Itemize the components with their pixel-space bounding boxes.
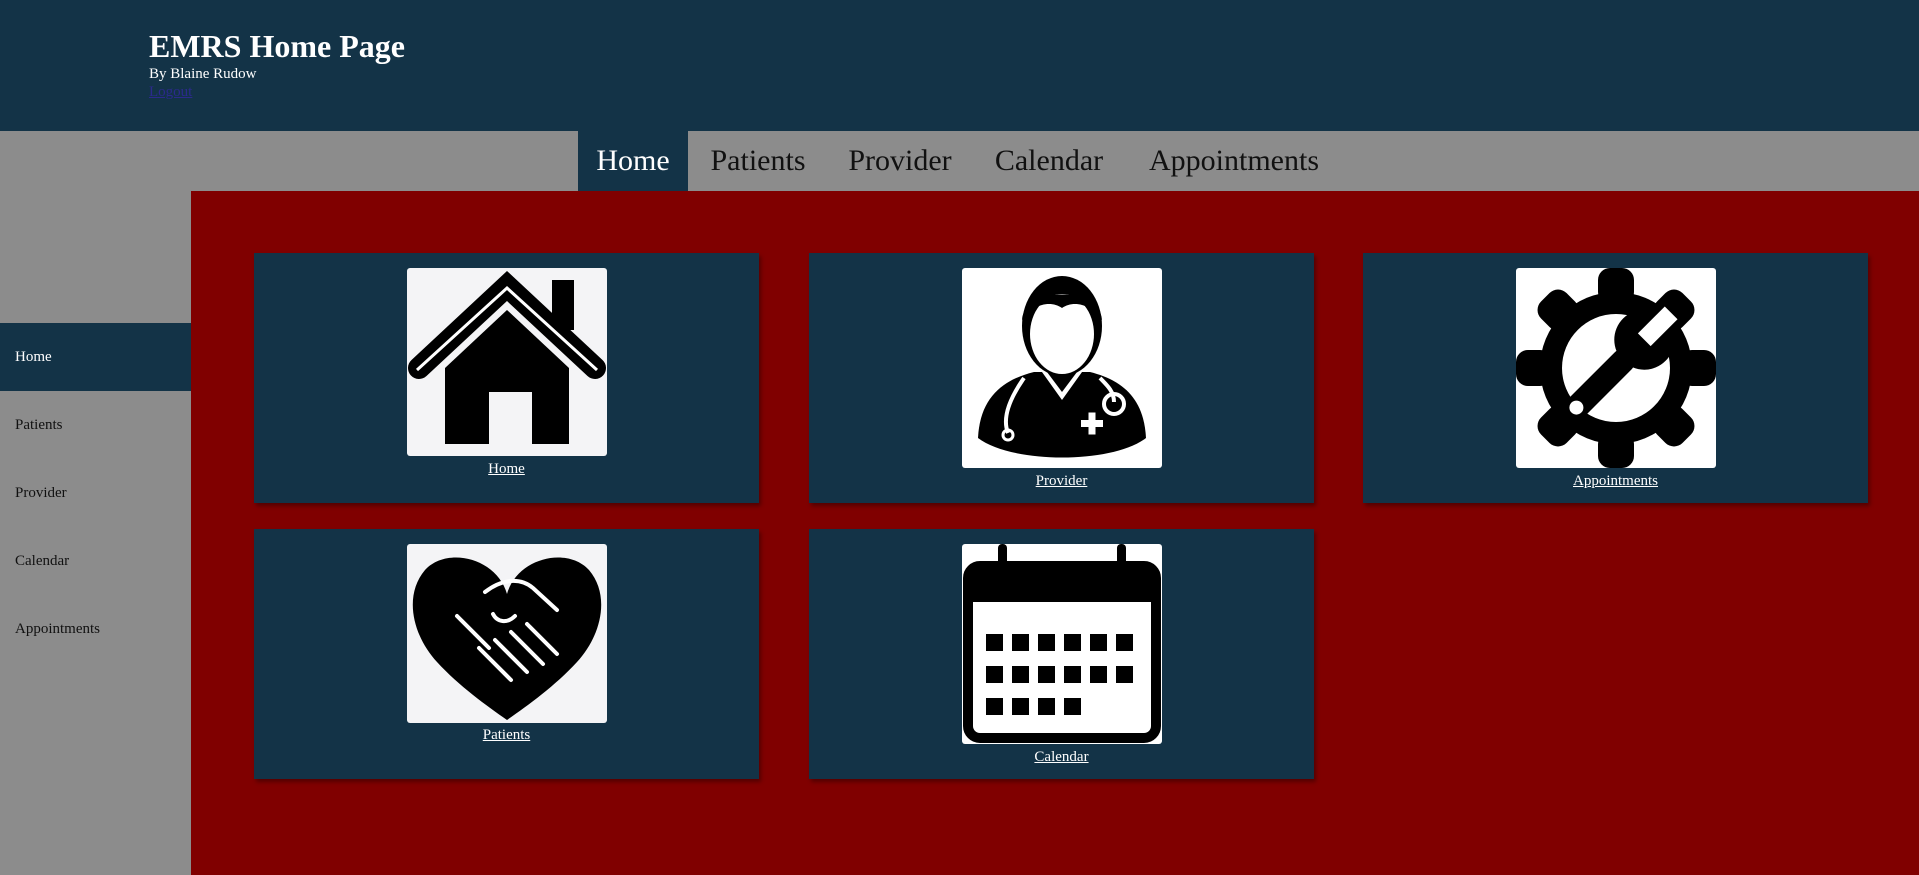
author-byline: By Blaine Rudow xyxy=(149,66,257,82)
card-link-home[interactable]: Home xyxy=(254,461,759,478)
page-header: EMRS Home Page By Blaine Rudow Logout xyxy=(0,0,1919,131)
card-link-appointments[interactable]: Appointments xyxy=(1363,473,1868,490)
topnav-item-appointments[interactable]: Appointments xyxy=(1134,131,1334,191)
topnav-item-calendar[interactable]: Calendar xyxy=(984,131,1114,191)
sidebar-item-appointments[interactable]: Appointments xyxy=(0,595,191,663)
house-icon[interactable] xyxy=(407,268,607,456)
card-link-provider[interactable]: Provider xyxy=(809,473,1314,490)
heart-handshake-icon[interactable] xyxy=(407,544,607,723)
doctor-icon[interactable] xyxy=(962,268,1162,468)
sidebar-item-patients[interactable]: Patients xyxy=(0,391,191,459)
main-content: Home Provider Appointments Patients Cale… xyxy=(191,191,1919,875)
top-navigation: Home Patients Provider Calendar Appointm… xyxy=(0,131,1919,191)
card-provider[interactable]: Provider xyxy=(809,253,1314,503)
topnav-item-home[interactable]: Home xyxy=(578,131,688,191)
card-home[interactable]: Home xyxy=(254,253,759,503)
sidebar-item-provider[interactable]: Provider xyxy=(0,459,191,527)
card-link-patients[interactable]: Patients xyxy=(254,727,759,744)
card-appointments[interactable]: Appointments xyxy=(1363,253,1868,503)
page-title: EMRS Home Page xyxy=(149,28,405,64)
sidebar-item-home[interactable]: Home xyxy=(0,323,191,391)
logout-link[interactable]: Logout xyxy=(149,83,192,101)
sidebar-item-calendar[interactable]: Calendar xyxy=(0,527,191,595)
topnav-item-patients[interactable]: Patients xyxy=(700,131,816,191)
topnav-item-provider[interactable]: Provider xyxy=(836,131,964,191)
calendar-icon[interactable] xyxy=(962,544,1162,744)
sidebar: Home Patients Provider Calendar Appointm… xyxy=(0,191,191,875)
gear-wrench-icon[interactable] xyxy=(1516,268,1716,468)
card-link-calendar[interactable]: Calendar xyxy=(809,749,1314,766)
card-calendar[interactable]: Calendar xyxy=(809,529,1314,779)
card-patients[interactable]: Patients xyxy=(254,529,759,779)
